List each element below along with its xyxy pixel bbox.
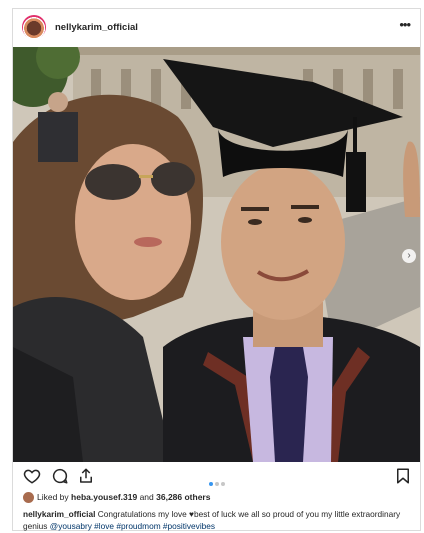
liker-username[interactable]: heba.yousef.319 (71, 492, 137, 502)
likes-prefix: Liked by (37, 492, 69, 502)
hashtag[interactable]: #positivevibes (163, 521, 215, 531)
likes-conjunction: and (139, 492, 154, 502)
more-horizontal-icon[interactable]: ••• (399, 17, 411, 32)
heart-icon[interactable] (23, 467, 41, 485)
carousel-dot (221, 482, 225, 486)
likes-count[interactable]: 36,286 others (156, 492, 210, 502)
post-header: nellykarim_official ••• (13, 9, 420, 47)
bookmark-icon[interactable] (394, 467, 412, 485)
post-actions (13, 467, 420, 489)
likes-line: Liked by heba.yousef.319 and 36,286 othe… (23, 492, 210, 504)
caption-mention[interactable]: @yousabry (50, 521, 92, 531)
post-username[interactable]: nellykarim_official (55, 22, 138, 33)
share-icon[interactable] (77, 467, 95, 485)
carousel-indicator (209, 473, 227, 491)
liker-avatar[interactable] (23, 492, 34, 504)
hashtag[interactable]: #love (94, 521, 114, 531)
comment-icon[interactable] (51, 467, 69, 485)
carousel-dot (209, 482, 213, 486)
user-avatar[interactable] (22, 15, 46, 39)
post-photo[interactable]: › (13, 47, 420, 462)
caption-text-1: Congratulations my love (97, 509, 190, 519)
carousel-dot (215, 482, 219, 486)
post-caption: nellykarim_official Congratulations my l… (23, 508, 408, 532)
post-card: nellykarim_official ••• › Liked by heba.… (12, 8, 421, 531)
carousel-next-icon[interactable]: › (402, 249, 416, 263)
caption-author[interactable]: nellykarim_official (23, 509, 95, 519)
hashtag[interactable]: #proudmom (116, 521, 160, 531)
photo-illustration (13, 47, 420, 462)
